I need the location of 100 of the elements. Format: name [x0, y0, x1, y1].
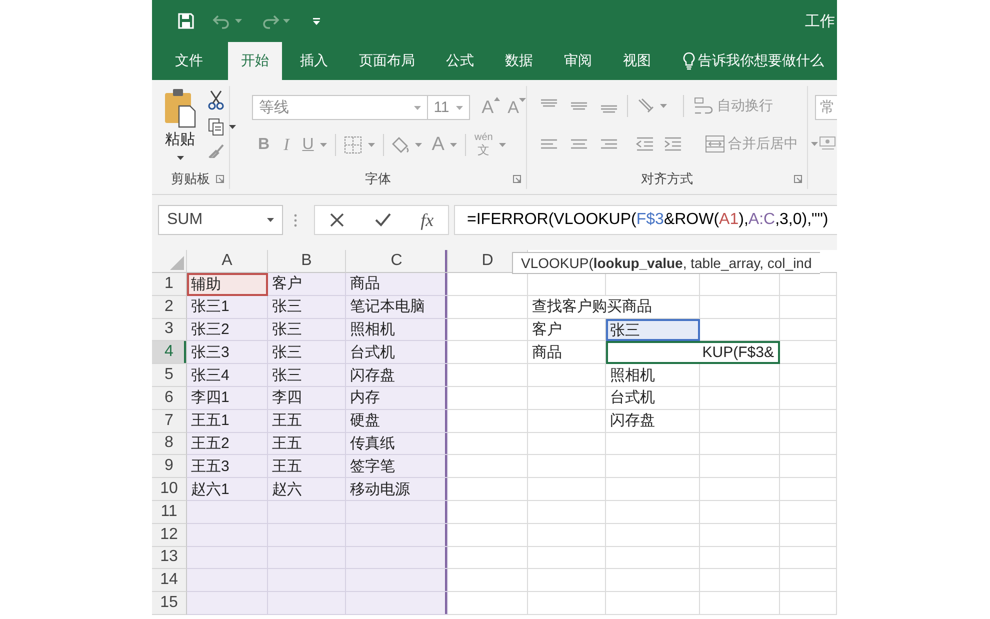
row-header[interactable]: 10 [152, 478, 187, 501]
caret-icon[interactable] [267, 218, 274, 222]
save-icon[interactable] [178, 13, 194, 29]
sheet-cell[interactable] [528, 364, 606, 387]
scissors-icon[interactable] [208, 90, 224, 110]
customize-icon[interactable] [313, 18, 320, 24]
sheet-cell[interactable] [448, 546, 528, 570]
row-header[interactable]: 2 [152, 296, 187, 319]
sheet-cell[interactable] [528, 592, 606, 615]
sheet-cell[interactable]: 张三4 [187, 364, 268, 387]
column-header[interactable]: C [346, 250, 448, 273]
ribbon-tab[interactable]: 文件 [162, 42, 216, 80]
sheet-cell[interactable] [448, 410, 528, 433]
sheet-cell[interactable]: 内存 [346, 386, 448, 410]
sheet-cell[interactable] [780, 341, 837, 364]
sheet-cell[interactable] [528, 546, 606, 570]
ribbon-tab[interactable]: 页面布局 [346, 42, 428, 80]
sheet-cell[interactable]: 硬盘 [346, 410, 448, 433]
sheet-cell[interactable]: 王五 [268, 455, 346, 478]
sheet-cell[interactable] [780, 500, 837, 524]
sheet-cell[interactable]: 辅助 [187, 273, 268, 296]
sheet-cell[interactable] [528, 432, 606, 456]
sheet-cell[interactable]: 照相机 [606, 364, 700, 387]
sheet-cell[interactable] [448, 296, 528, 319]
sheet-cell[interactable] [700, 569, 780, 592]
sheet-cell[interactable]: 张三3 [187, 341, 268, 364]
row-header[interactable]: 7 [152, 410, 187, 433]
name-box[interactable]: SUM [158, 205, 283, 235]
sheet-cell[interactable] [528, 478, 606, 501]
column-header[interactable]: B [268, 250, 346, 273]
sheet-cell[interactable] [606, 569, 700, 592]
sheet-cell[interactable] [528, 569, 606, 592]
sheet-cell[interactable] [268, 524, 346, 547]
sheet-cell[interactable] [187, 524, 268, 547]
sheet-cell[interactable] [606, 524, 700, 547]
sheet-cell[interactable]: KUP(F$3& [606, 341, 780, 364]
sheet-cell[interactable] [606, 432, 700, 456]
sheet-cell[interactable] [700, 410, 780, 433]
sheet-cell[interactable] [700, 364, 780, 387]
sheet-cell[interactable] [780, 296, 837, 319]
ribbon-tab[interactable]: 数据 [492, 42, 546, 80]
sheet-cell[interactable] [700, 455, 780, 478]
sheet-cell[interactable] [268, 592, 346, 615]
sheet-cell[interactable]: 传真纸 [346, 432, 448, 456]
sheet-cell[interactable] [528, 455, 606, 478]
row-header[interactable]: 8 [152, 432, 187, 456]
caret-icon[interactable] [176, 156, 184, 160]
row-header[interactable]: 11 [152, 500, 187, 524]
row-header[interactable]: 5 [152, 364, 187, 387]
sheet-cell[interactable] [780, 318, 837, 342]
sheet-cell[interactable] [448, 386, 528, 410]
sheet-cell[interactable] [187, 500, 268, 524]
row-header[interactable]: 4 [152, 341, 187, 364]
sheet-cell[interactable] [780, 455, 837, 478]
sheet-cell[interactable]: 台式机 [606, 386, 700, 410]
sheet-cell[interactable]: 李四 [268, 386, 346, 410]
sheet-cell[interactable] [187, 592, 268, 615]
sheet-cell[interactable] [268, 546, 346, 570]
sheet-cell[interactable] [187, 546, 268, 570]
sheet-cell[interactable] [448, 592, 528, 615]
row-header[interactable]: 9 [152, 455, 187, 478]
sheet-cell[interactable] [448, 432, 528, 456]
sheet-cell[interactable] [606, 592, 700, 615]
sheet-cell[interactable]: 张三 [268, 318, 346, 342]
redo-icon[interactable] [260, 13, 280, 29]
sheet-cell[interactable]: 商品 [528, 341, 606, 364]
sheet-cell[interactable] [780, 410, 837, 433]
ribbon-tab[interactable]: 插入 [287, 42, 341, 80]
sheet-cell[interactable]: 李四1 [187, 386, 268, 410]
enter-check-icon[interactable] [374, 212, 392, 228]
sheet-cell[interactable] [448, 341, 528, 364]
sheet-cell[interactable]: 闪存盘 [346, 364, 448, 387]
paste-button[interactable]: 粘贴 [164, 88, 196, 169]
row-header[interactable]: 3 [152, 318, 187, 342]
sheet-cell[interactable] [780, 432, 837, 456]
row-header[interactable]: 1 [152, 273, 187, 296]
sheet-cell[interactable]: 赵六 [268, 478, 346, 501]
sheet-cell[interactable] [700, 386, 780, 410]
sheet-cell[interactable] [606, 478, 700, 501]
ribbon-tab[interactable]: 公式 [433, 42, 487, 80]
row-header[interactable]: 13 [152, 546, 187, 570]
row-header[interactable]: 6 [152, 386, 187, 410]
sheet-cell[interactable]: 张三 [268, 296, 346, 319]
sheet-cell[interactable]: 笔记本电脑 [346, 296, 448, 319]
row-header[interactable]: 15 [152, 592, 187, 615]
tell-me-search[interactable]: 告诉我你想要做什么 [698, 52, 824, 70]
undo-icon[interactable] [212, 13, 232, 29]
sheet-cell[interactable] [700, 546, 780, 570]
more-options-icon[interactable] [294, 214, 297, 227]
sheet-cell[interactable] [780, 592, 837, 615]
cancel-icon[interactable] [329, 212, 346, 228]
sheet-cell[interactable]: 王五2 [187, 432, 268, 456]
sheet-cell[interactable] [528, 410, 606, 433]
sheet-cell[interactable] [448, 455, 528, 478]
sheet-cell[interactable]: 王五3 [187, 455, 268, 478]
column-header[interactable]: A [187, 250, 268, 273]
sheet-cell[interactable] [448, 478, 528, 501]
sheet-cell[interactable] [700, 478, 780, 501]
sheet-cell[interactable] [268, 569, 346, 592]
sheet-cell[interactable] [346, 569, 448, 592]
